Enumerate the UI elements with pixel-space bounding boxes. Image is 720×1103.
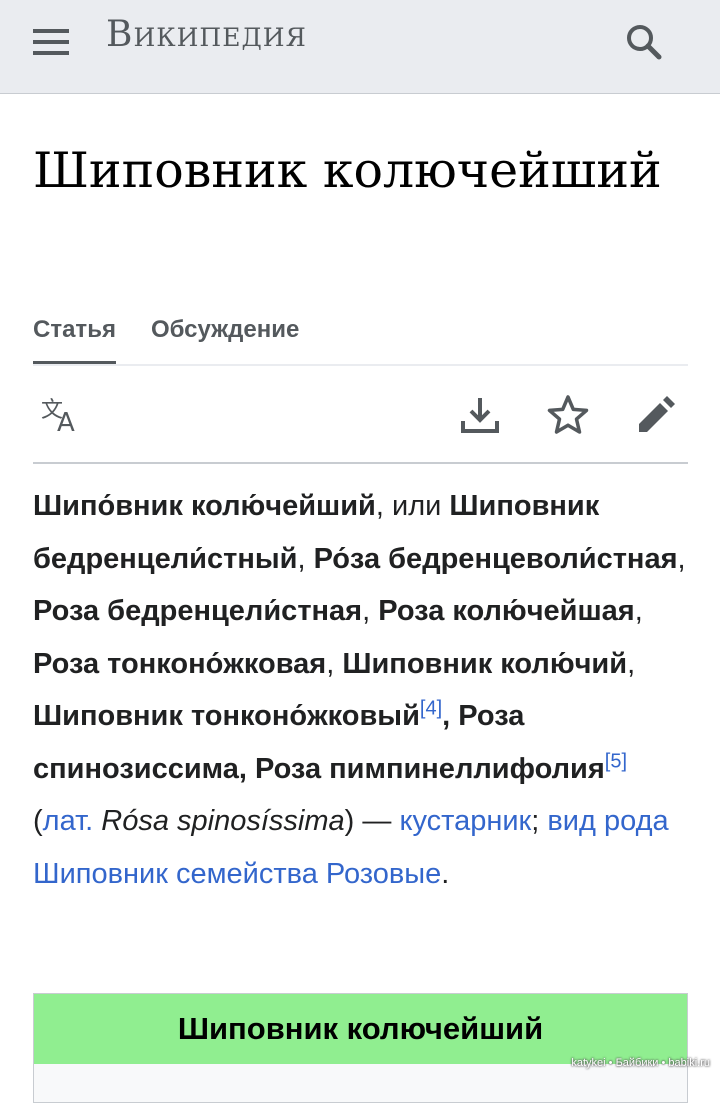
page-actions-bar: 文 A <box>33 368 688 464</box>
pencil-icon <box>639 396 675 432</box>
tab-article[interactable]: Статья <box>33 316 116 364</box>
tab-talk[interactable]: Обсуждение <box>151 316 299 364</box>
species-link[interactable]: вид <box>547 805 596 837</box>
article-bold-name: Шипо́вник колю́чейший <box>33 490 376 522</box>
search-icon <box>627 25 662 60</box>
watch-button[interactable] <box>545 392 591 438</box>
page-title: Шиповник колючейший <box>33 142 662 199</box>
wikipedia-logo[interactable]: Википедия <box>106 14 307 55</box>
article-bold-name: Шиповник тонконо́жковый <box>33 700 420 732</box>
page-tabs: Статья Обсуждение <box>33 300 688 366</box>
article-bold-name: Роза бедренцели́стная <box>33 595 363 627</box>
svg-text:A: A <box>57 408 75 435</box>
article-bold-name: Роза пимпинеллифолия <box>254 752 605 785</box>
search-button[interactable] <box>614 16 674 68</box>
download-icon <box>461 398 499 433</box>
article-bold-name: Шиповник колю́чий <box>342 647 628 680</box>
top-header: Википедия <box>0 0 720 94</box>
latin-language-link[interactable]: лат. <box>43 805 94 837</box>
star-icon <box>547 395 589 434</box>
edit-button[interactable] <box>633 392 679 438</box>
family-link[interactable]: семейства Розовые <box>176 858 441 890</box>
menu-button[interactable] <box>22 20 82 64</box>
reference-link-4[interactable]: [4] <box>420 697 442 719</box>
infobox-title: Шиповник колючейший <box>34 994 687 1064</box>
reference-link-5[interactable]: [5] <box>605 750 627 772</box>
translate-icon: 文 A <box>41 398 75 435</box>
article-lead-paragraph: Шипо́вник колю́чейший, или Шиповник бедр… <box>33 490 686 890</box>
watermark: katykei • Байбики • babiki.ru <box>571 1057 710 1069</box>
hamburger-menu-icon <box>33 29 69 55</box>
article-bold-name: Роза колю́чейшая <box>378 595 635 627</box>
latin-name: Rósa spinosíssima <box>101 805 345 837</box>
infobox: Шиповник колючейший <box>33 993 688 1103</box>
language-button[interactable]: 文 A <box>39 392 85 438</box>
article-bold-name: Ро́за бедренцеволи́стная <box>313 542 678 575</box>
article-bold-name: Роза тонконо́жковая <box>33 647 327 680</box>
shrub-link[interactable]: кустарник <box>399 805 531 837</box>
download-button[interactable] <box>457 392 503 438</box>
